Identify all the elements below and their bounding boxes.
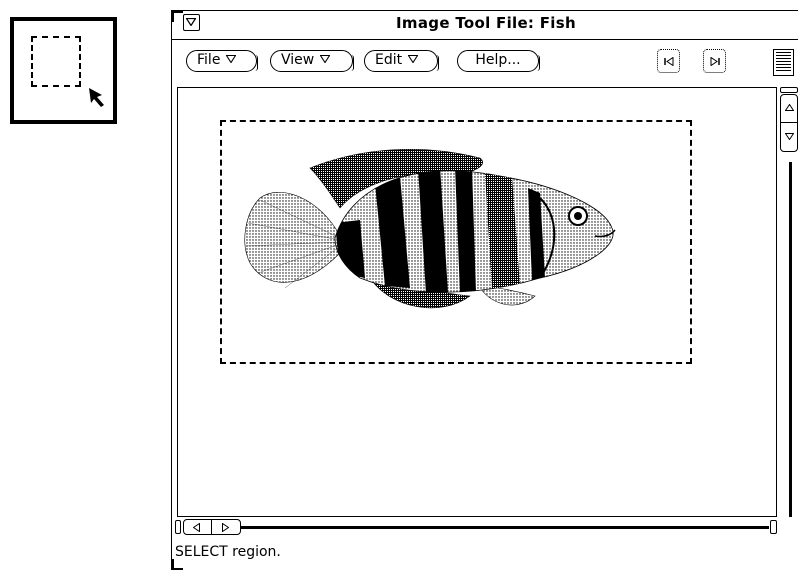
previous-page-button[interactable] [657, 49, 680, 73]
vertical-scroll-elevator[interactable] [780, 94, 798, 152]
page-lines [776, 52, 791, 73]
view-menu-button[interactable]: View [270, 50, 354, 72]
help-button[interactable]: Help... [457, 50, 540, 72]
selection-region[interactable] [220, 120, 692, 364]
file-menu-label: File [197, 52, 221, 68]
title-bar[interactable]: Image Tool File: Fish [171, 10, 798, 40]
status-message: SELECT region. [175, 544, 281, 560]
scroll-up-arrow-icon [785, 104, 794, 111]
page-overview-icon[interactable] [773, 49, 794, 76]
scroll-left-arrow-icon [193, 523, 200, 532]
scroll-right-arrow-icon [222, 523, 229, 532]
help-label: Help... [475, 52, 521, 68]
vertical-scroll-top-cap[interactable] [780, 87, 798, 93]
view-menu-label: View [281, 52, 315, 68]
window-title: Image Tool File: Fish [396, 14, 576, 32]
next-page-icon [710, 57, 720, 66]
title-divider [171, 39, 798, 40]
next-page-button[interactable] [703, 49, 726, 73]
horizontal-scroll-left-cap[interactable] [175, 520, 181, 534]
menu-triangle-icon [320, 55, 331, 63]
menu-triangle-icon [226, 55, 237, 63]
file-menu-button[interactable]: File [186, 50, 258, 72]
elevator-divider [211, 520, 212, 534]
edit-menu-button[interactable]: Edit [364, 50, 439, 72]
dashed-selection-icon [31, 36, 81, 87]
edit-menu-label: Edit [375, 52, 403, 68]
menu-triangle-icon [408, 55, 419, 63]
horizontal-scrollbar[interactable] [175, 519, 785, 535]
previous-page-icon [664, 57, 674, 66]
arrow-cursor-icon [89, 88, 104, 107]
vertical-scrollbar[interactable] [779, 87, 798, 517]
image-canvas[interactable] [177, 87, 777, 517]
image-tool-window: Image Tool File: Fish File View Edit Hel… [171, 10, 798, 570]
select-tool-icon[interactable] [10, 17, 117, 124]
resize-corner-bottom-left[interactable] [172, 559, 183, 570]
vertical-scroll-track[interactable] [789, 162, 792, 517]
scroll-down-arrow-icon [785, 133, 794, 140]
horizontal-scroll-elevator[interactable] [183, 519, 241, 535]
horizontal-scroll-track[interactable] [235, 526, 769, 529]
horizontal-scroll-right-cap[interactable] [770, 520, 777, 534]
elevator-divider [781, 122, 797, 123]
